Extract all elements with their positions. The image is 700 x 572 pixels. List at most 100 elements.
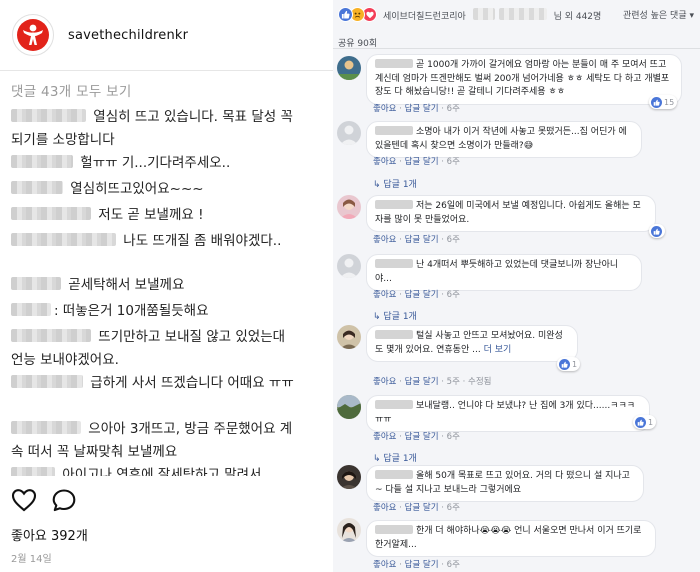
comment-bubble: 난 4개떠서 뿌듯해하고 있었는데 댓글보니까 장난아니야...	[366, 254, 642, 291]
timestamp[interactable]: 6주	[447, 290, 460, 300]
reaction-icons[interactable]	[338, 7, 377, 22]
like-link[interactable]: 좋아요	[373, 560, 396, 570]
reply-link[interactable]: 답글 달기	[405, 235, 439, 245]
edited-label[interactable]: 수정됨	[468, 377, 491, 387]
reply-link[interactable]: 답글 달기	[405, 290, 439, 300]
blurred-username	[11, 181, 63, 194]
view-all-comments-link[interactable]: 댓글 43개 모두 보기	[11, 80, 132, 100]
like-badge[interactable]: 15	[649, 95, 678, 109]
comment-meta: 좋아요 · 답글 달기 · 6주	[373, 560, 460, 570]
see-more-link[interactable]: 더 보기	[484, 345, 512, 355]
comment: : 떠놓은거 10개쭘될듯해요	[11, 300, 301, 323]
reply-link[interactable]: 답글 달기	[405, 432, 439, 442]
heart-icon[interactable]	[11, 488, 37, 512]
comment-bubble: 소명아 내가 이거 작년에 사놓고 못떴거든...집 어딘가 에있을텐데 혹시 …	[366, 121, 642, 158]
comment-meta: 좋아요 · 답글 달기 · 6주	[373, 157, 460, 167]
comment-text: 곧 1000개 가까이 갈거에요 엄마랑 아는 분들이 매 주 모여서 뜨고계신…	[375, 60, 670, 97]
timestamp[interactable]: 6주	[447, 560, 460, 570]
reply-link[interactable]: 답글 달기	[405, 503, 439, 513]
avatar[interactable]	[337, 395, 361, 419]
comment-text: 올해 50개 목표로 뜨고 있어요. 거의 다 떴으니 설 지나고~ 다들 설 …	[375, 471, 630, 495]
timestamp[interactable]: 6주	[447, 157, 460, 167]
like-link[interactable]: 좋아요	[373, 157, 396, 167]
like-badge[interactable]	[649, 224, 665, 238]
avatar[interactable]	[337, 518, 361, 542]
like-badge[interactable]: 1	[557, 357, 581, 371]
blurred-name	[375, 525, 413, 534]
comment-text: : 떠놓은거 10개쭘될듯해요	[54, 303, 209, 319]
post-date: 2월 14일	[11, 554, 52, 565]
timestamp[interactable]: 6주	[447, 432, 460, 442]
like-reaction-icon	[338, 7, 353, 22]
comment-icon[interactable]	[51, 488, 77, 512]
comment-text: 열심히뜨고있어요~~~	[66, 181, 204, 197]
avatar[interactable]	[337, 325, 361, 349]
comment-bubble: 저는 26일에 미국에서 보낼 예정입니다. 아쉽게도 올해는 모자를 많이 못…	[366, 195, 656, 232]
reactor-name: 세이브더칠드런코리아	[383, 12, 466, 22]
view-replies-link[interactable]: ↳ 답글 1개	[373, 177, 417, 190]
like-link[interactable]: 좋아요	[373, 503, 396, 513]
post-actions	[11, 488, 77, 512]
reply-link[interactable]: 답글 달기	[405, 377, 439, 387]
view-replies-link[interactable]: ↳ 답글 1개	[373, 451, 417, 464]
like-icon	[635, 416, 646, 428]
comment: 헐ㅠㅠ 기...기다려주세오..	[11, 152, 301, 175]
comment-text: 저는 26일에 미국에서 보낼 예정입니다. 아쉽게도 올해는 모자를 많이 못…	[375, 201, 641, 225]
comment-text: 나도 뜨개질 좀 배워야겠다..	[119, 233, 282, 249]
comment: 급하게 사서 뜨겠습니다 어때요 ㅠㅠ	[11, 372, 301, 395]
like-badge[interactable]: 1	[633, 415, 657, 429]
facebook-panel: 세이브더칠드런코리아 님 외 442명 관련성 높은 댓글 ▾ 공유 90회 곧…	[333, 0, 700, 572]
reply-link[interactable]: 답글 달기	[405, 157, 439, 167]
avatar[interactable]	[337, 254, 361, 278]
divider	[333, 48, 700, 49]
comment-text: 급하게 사서 뜨겠습니다 어때요 ㅠㅠ	[86, 375, 294, 391]
reply-link[interactable]: 답글 달기	[405, 104, 439, 114]
avatar[interactable]	[337, 121, 361, 145]
post-header: savethechildrenkr	[0, 0, 333, 70]
comment-sort-dropdown[interactable]: 관련성 높은 댓글 ▾	[623, 8, 694, 21]
comment-meta: 좋아요 · 답글 달기 · 6주	[373, 503, 460, 513]
like-link[interactable]: 좋아요	[373, 104, 396, 114]
like-count[interactable]: 좋아요 392개	[11, 525, 88, 544]
reactions-summary[interactable]: 세이브더칠드런코리아 님 외 442명	[383, 8, 601, 22]
timestamp[interactable]: 6주	[447, 503, 460, 513]
view-replies-link[interactable]: ↳ 답글 1개	[373, 309, 417, 322]
comment: 나도 뜨개질 좀 배워야겠다..	[11, 230, 301, 253]
blurred-name	[375, 330, 413, 339]
comment-bubble: 보내달랭.. 언니야 다 보냈냐? 난 집에 3개 있다......ㅋㅋㅋㅠㅠ	[366, 395, 650, 432]
blurred-name	[375, 59, 413, 68]
avatar[interactable]	[337, 56, 361, 80]
comment: 뜨기만하고 보내질 않고 있었는대 언능 보내야겠어요.	[11, 326, 301, 372]
reply-link[interactable]: 답글 달기	[405, 560, 439, 570]
like-link[interactable]: 좋아요	[373, 432, 396, 442]
comment-list: 열심히 뜨고 있습니다. 목표 달성 꼭 되기를 소망합니다 헐ㅠㅠ 기...기…	[0, 104, 333, 476]
like-count: 15	[664, 97, 675, 107]
blurred-username	[11, 109, 86, 122]
comment-meta: 좋아요 · 답글 달기 · 6주	[373, 432, 460, 442]
avatar[interactable]	[337, 465, 361, 489]
blurred-name	[498, 8, 547, 20]
comment-meta: 좋아요 · 답글 달기 · 6주	[373, 104, 460, 114]
like-link[interactable]: 좋아요	[373, 377, 396, 387]
comment-meta: 좋아요 · 답글 달기 · 6주	[373, 235, 460, 245]
comment-bubble: 한개 더 해야하나😭😭😭 언니 서울오면 만나서 이거 뜨기로한거알제...	[366, 520, 656, 557]
blurred-username	[11, 329, 91, 342]
like-link[interactable]: 좋아요	[373, 290, 396, 300]
blurred-username	[11, 277, 61, 290]
avatar[interactable]	[337, 195, 361, 219]
like-icon	[651, 225, 662, 237]
username[interactable]: savethechildrenkr	[68, 28, 188, 43]
like-link[interactable]: 좋아요	[373, 235, 396, 245]
blurred-username	[11, 155, 73, 168]
timestamp[interactable]: 6주	[447, 235, 460, 245]
timestamp[interactable]: 6주	[447, 104, 460, 114]
comment-text: 한개 더 해야하나😭😭😭 언니 서울오면 만나서 이거 뜨기로한거알제...	[375, 526, 642, 550]
comment-text: 헐ㅠㅠ 기...기다려주세오..	[76, 155, 231, 171]
profile-avatar[interactable]	[12, 14, 54, 56]
divider	[0, 70, 333, 71]
timestamp[interactable]: 5주	[447, 377, 460, 387]
like-count: 1	[572, 359, 578, 369]
comment: 열심히 뜨고 있습니다. 목표 달성 꼭 되기를 소망합니다	[11, 106, 301, 152]
comment: 아이고나 연휴에 잘세탁하고 말려서	[11, 464, 301, 476]
comment: 열심히뜨고있어요~~~	[11, 178, 301, 201]
